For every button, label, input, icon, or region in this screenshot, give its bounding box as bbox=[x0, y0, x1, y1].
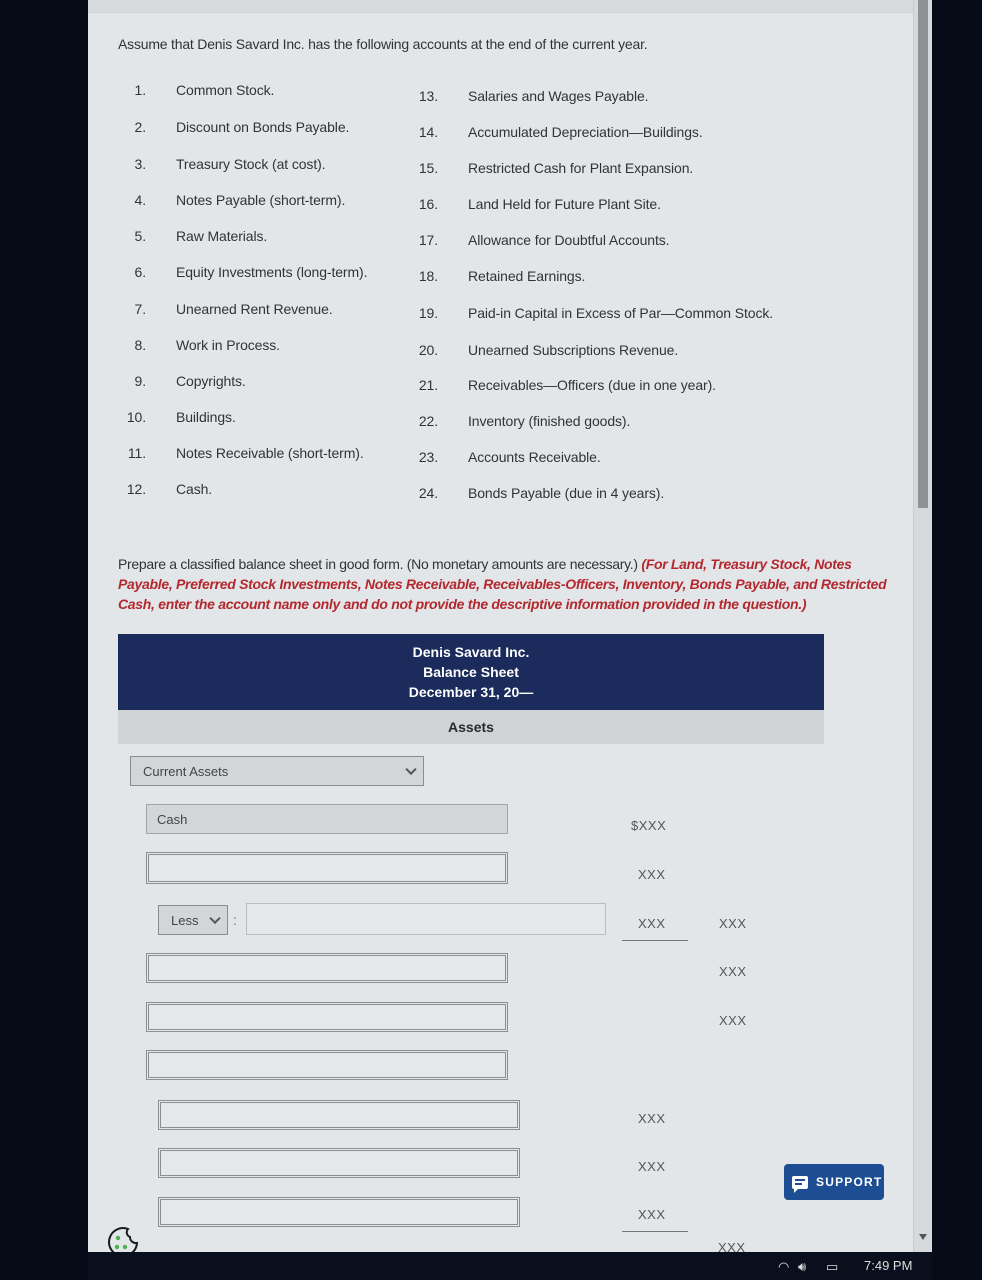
account-input-8[interactable] bbox=[158, 1197, 520, 1227]
statement-date: December 31, 20— bbox=[408, 684, 534, 700]
account-input-3[interactable] bbox=[146, 953, 508, 983]
question-intro: Assume that Denis Savard Inc. has the fo… bbox=[118, 36, 648, 52]
top-strip bbox=[88, 0, 914, 13]
section-select-value: Current Assets bbox=[143, 763, 229, 779]
amount-col1-2: XXX bbox=[638, 867, 666, 882]
account-number: 3. bbox=[134, 156, 147, 172]
support-button[interactable]: SUPPORT bbox=[784, 1164, 884, 1200]
volume-icon[interactable]: 🔊︎ bbox=[798, 1259, 806, 1275]
vertical-scrollbar[interactable] bbox=[913, 0, 932, 1252]
browser-screen: Assume that Denis Savard Inc. has the fo… bbox=[88, 0, 932, 1252]
account-number: 12. bbox=[126, 481, 146, 497]
account-name: Bonds Payable (due in 4 years). bbox=[468, 485, 665, 501]
amount-col2-4: XXX bbox=[718, 1240, 746, 1252]
scrollbar-thumb[interactable] bbox=[918, 0, 928, 508]
section-select[interactable]: Current Assets bbox=[130, 756, 424, 786]
account-name: Retained Earnings. bbox=[468, 268, 586, 284]
account-number: 5. bbox=[134, 228, 147, 244]
less-select[interactable]: Less bbox=[158, 905, 228, 935]
less-select-value: Less bbox=[171, 912, 199, 928]
account-number: 4. bbox=[134, 192, 147, 208]
account-input-1-value: Cash bbox=[157, 811, 188, 827]
amount-col2-3: XXX bbox=[719, 1013, 747, 1028]
account-number: 16. bbox=[418, 196, 438, 212]
account-name: Paid-in Capital in Excess of Par—Common … bbox=[468, 305, 774, 321]
amount-col1-4: XXX bbox=[638, 1111, 666, 1126]
account-number: 19. bbox=[418, 305, 438, 321]
account-number: 8. bbox=[134, 337, 147, 353]
account-input-4[interactable] bbox=[146, 1002, 508, 1032]
account-number: 6. bbox=[134, 264, 147, 280]
battery-icon[interactable]: ▭ bbox=[826, 1259, 838, 1275]
subtotal-underline bbox=[622, 940, 688, 941]
instructions-plain: Prepare a classified balance sheet in go… bbox=[118, 556, 642, 572]
account-name: Treasury Stock (at cost). bbox=[176, 156, 326, 172]
account-name: Cash. bbox=[176, 481, 213, 497]
chat-bubble-icon bbox=[792, 1175, 808, 1193]
account-number: 13. bbox=[418, 88, 438, 104]
amount-col2-2: XXX bbox=[719, 964, 747, 979]
account-number: 24. bbox=[418, 485, 438, 501]
account-name: Notes Receivable (short-term). bbox=[176, 445, 364, 461]
account-name: Salaries and Wages Payable. bbox=[468, 88, 649, 104]
account-name: Land Held for Future Plant Site. bbox=[468, 196, 661, 212]
account-number: 18. bbox=[418, 268, 438, 284]
assets-section-header: Assets bbox=[118, 710, 824, 744]
account-number: 21. bbox=[418, 377, 438, 393]
amount-col2-1: XXX bbox=[719, 916, 747, 931]
scroll-down-arrow-icon[interactable] bbox=[919, 1234, 927, 1240]
account-input-7[interactable] bbox=[158, 1148, 520, 1178]
account-number: 15. bbox=[418, 160, 438, 176]
account-number: 2. bbox=[134, 119, 147, 135]
amount-col1-3: XXX bbox=[638, 916, 666, 931]
company-name: Denis Savard Inc. bbox=[412, 644, 530, 660]
amount-col1-5: XXX bbox=[638, 1159, 666, 1174]
account-name: Common Stock. bbox=[176, 82, 275, 98]
account-number: 22. bbox=[418, 413, 438, 429]
account-number: 23. bbox=[418, 449, 438, 465]
support-label: SUPPORT bbox=[816, 1175, 883, 1189]
account-number: 10. bbox=[126, 409, 146, 425]
chevron-down-icon bbox=[209, 912, 221, 925]
balance-sheet-header: Denis Savard Inc. Balance Sheet December… bbox=[118, 634, 824, 710]
account-number: 20. bbox=[418, 342, 438, 358]
account-input-2[interactable] bbox=[146, 852, 508, 884]
account-name: Unearned Subscriptions Revenue. bbox=[468, 342, 679, 358]
account-number: 14. bbox=[418, 124, 438, 140]
account-name: Equity Investments (long-term). bbox=[176, 264, 368, 280]
less-account-input[interactable] bbox=[246, 903, 606, 935]
wifi-icon[interactable]: ◠ bbox=[778, 1259, 789, 1275]
cookie-settings-icon[interactable] bbox=[106, 1226, 140, 1252]
amount-col1-1: $XXX bbox=[631, 818, 667, 833]
account-name: Inventory (finished goods). bbox=[468, 413, 631, 429]
clock-time[interactable]: 7:49 PM bbox=[864, 1258, 912, 1273]
account-input-5[interactable] bbox=[146, 1050, 508, 1080]
amount-col1-6: XXX bbox=[638, 1207, 666, 1222]
account-name: Restricted Cash for Plant Expansion. bbox=[468, 160, 694, 176]
colon-separator: : bbox=[233, 912, 237, 928]
account-name: Unearned Rent Revenue. bbox=[176, 301, 333, 317]
instructions: Prepare a classified balance sheet in go… bbox=[118, 554, 888, 614]
account-input-1[interactable]: Cash bbox=[146, 804, 508, 834]
account-input-6[interactable] bbox=[158, 1100, 520, 1130]
account-name: Discount on Bonds Payable. bbox=[176, 119, 350, 135]
account-name: Raw Materials. bbox=[176, 228, 268, 244]
account-name: Notes Payable (short-term). bbox=[176, 192, 346, 208]
account-number: 1. bbox=[134, 82, 147, 98]
chevron-down-icon bbox=[405, 763, 417, 776]
account-name: Receivables—Officers (due in one year). bbox=[468, 377, 716, 393]
statement-title: Balance Sheet bbox=[423, 664, 519, 680]
taskbar: ◠ 🔊︎ ▭ 7:49 PM bbox=[88, 1252, 932, 1280]
account-number: 7. bbox=[134, 301, 147, 317]
account-name: Work in Process. bbox=[176, 337, 280, 353]
account-name: Accumulated Depreciation—Buildings. bbox=[468, 124, 703, 140]
account-number: 9. bbox=[134, 373, 147, 389]
account-number: 17. bbox=[418, 232, 438, 248]
account-name: Accounts Receivable. bbox=[468, 449, 601, 465]
account-name: Allowance for Doubtful Accounts. bbox=[468, 232, 670, 248]
subtotal-underline bbox=[622, 1231, 688, 1232]
account-number: 11. bbox=[127, 445, 146, 461]
account-name: Buildings. bbox=[176, 409, 236, 425]
account-name: Copyrights. bbox=[176, 373, 246, 389]
